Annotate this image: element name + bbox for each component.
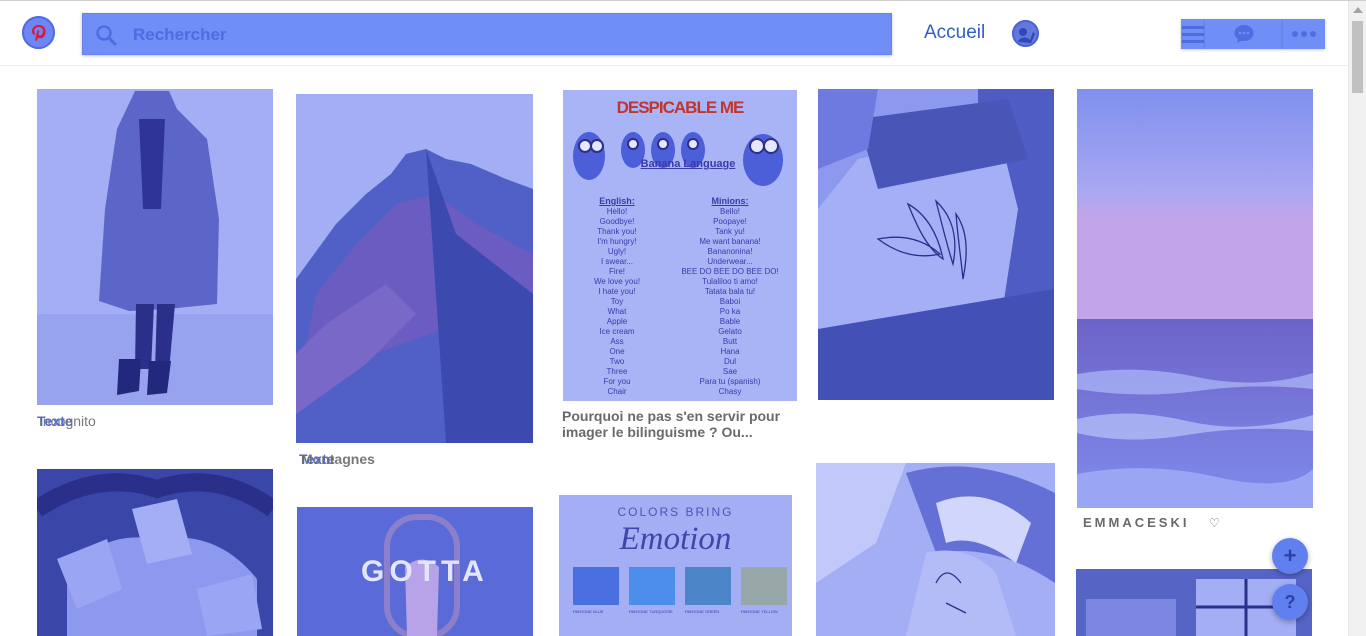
word-list-item: Bananonina! <box>707 247 753 256</box>
pin-caption: Montagnes <box>301 451 375 467</box>
word-list-item: Sae <box>722 367 738 376</box>
pin-card-sea[interactable] <box>1077 89 1313 508</box>
pin-image-tattoo <box>818 89 1054 400</box>
swatch-turquoise <box>629 567 675 605</box>
pin-card-coat[interactable] <box>37 89 273 405</box>
pin-image-sea <box>1077 89 1313 508</box>
english-word-list: Hello! Goodbye! Thank you! I'm hungry! Ugly!… <box>585 207 649 397</box>
page-scrollbar[interactable] <box>1348 1 1366 636</box>
top-header: Rechercher Accueil <box>0 1 1348 66</box>
user-avatar-icon[interactable] <box>1012 20 1039 47</box>
word-list-item: Tulaliloo ti amo! <box>702 277 758 286</box>
english-column-header: English: <box>599 196 635 206</box>
word-list-item: Poopaye! <box>713 217 747 226</box>
search-bar[interactable]: Rechercher <box>82 13 892 55</box>
word-list-item: Thank you! <box>597 227 637 236</box>
pin-caption: Pourquoi ne pas s'en servir pour imager … <box>562 408 781 440</box>
word-list-item: Toy <box>610 297 624 306</box>
word-list-item: We love you! <box>593 277 641 286</box>
word-list-item: Ice cream <box>599 327 635 336</box>
swatch-green <box>685 567 731 605</box>
more-icon[interactable] <box>1283 19 1325 49</box>
scroll-thumb[interactable] <box>1352 21 1363 93</box>
minion-word-list: Bello! Poopaye! Tank yu! Me want banana! Ban… <box>675 207 785 397</box>
word-list-item: Underwear... <box>707 257 753 266</box>
word-list-item: Goodbye! <box>599 217 635 226</box>
swatch-label: PANTONE GREEN <box>685 609 720 614</box>
word-list-item: For you <box>603 377 631 386</box>
pin-card-minions[interactable]: DESPICABLE ME Banana Language English: M… <box>563 90 797 401</box>
word-list-item: I swear... <box>600 257 633 266</box>
swatch-blue <box>573 567 619 605</box>
word-list-item: Hana <box>720 347 740 356</box>
search-placeholder: Rechercher <box>133 25 227 44</box>
colors-heading: COLORS BRING <box>617 505 734 519</box>
word-list-item: Chasy <box>718 387 742 396</box>
pin-image-coat <box>37 89 273 405</box>
swatch-yellow <box>741 567 787 605</box>
painting-title-text: GOTTA <box>361 555 489 588</box>
word-list-item: Ugly! <box>607 247 627 256</box>
pin-card-neck-tattoo[interactable] <box>816 463 1055 636</box>
word-list-item: Me want banana! <box>699 237 761 246</box>
word-list-item: Three <box>606 367 628 376</box>
pin-image-arches <box>37 469 273 636</box>
messages-icon[interactable] <box>1205 19 1283 49</box>
word-list-item: Chair <box>607 387 627 396</box>
word-list-item: I hate you! <box>598 287 636 296</box>
swatch-label: PANTONE YELLOW <box>741 609 778 614</box>
pin-card-colors[interactable]: COLORS BRING Emotion PANTONE BLUE PANTON… <box>559 495 792 636</box>
pin-image-mountains <box>296 94 533 443</box>
swatch-label: PANTONE TURQUOISE <box>629 609 673 614</box>
word-list-item: Ass <box>610 337 624 346</box>
home-link[interactable]: Accueil <box>924 22 985 44</box>
word-list-item: One <box>609 347 625 356</box>
word-list-item: Hello! <box>606 207 628 216</box>
pin-card-arches[interactable] <box>37 469 273 636</box>
word-list-item: Fire! <box>609 267 625 276</box>
word-list-item: Apple <box>606 317 628 326</box>
pin-card-painting[interactable]: GOTTA <box>297 507 533 636</box>
swatch-label: PANTONE BLUE <box>573 609 604 614</box>
pin-caption: Incognito <box>39 413 96 429</box>
word-list-item: Tank yu! <box>715 227 745 236</box>
help-button[interactable]: ? <box>1272 584 1308 620</box>
infographic-title: DESPICABLE ME <box>616 98 745 117</box>
pinterest-logo-icon[interactable] <box>22 16 55 49</box>
word-list-item: Tatata bala tu! <box>704 287 756 296</box>
word-list-item: Butt <box>722 337 738 346</box>
infographic-subtitle: Banana Language <box>640 158 736 170</box>
minions-column-header: Minions: <box>711 196 749 206</box>
word-list-item: Po ka <box>719 307 741 316</box>
word-list-item: Baboi <box>719 297 741 306</box>
word-list-item: What <box>607 307 627 316</box>
word-list-item: Dul <box>723 357 736 366</box>
word-list-item: BEE DO BEE DO BEE DO! <box>681 267 779 276</box>
pin-card-tattoo[interactable] <box>818 89 1054 400</box>
minion-characters-image <box>573 132 783 186</box>
word-list-item: I'm hungry! <box>597 237 637 246</box>
pin-caption: EMMACESKI <box>1083 515 1190 530</box>
scroll-up-arrow-icon[interactable] <box>1353 7 1363 13</box>
add-pin-button[interactable]: + <box>1272 538 1308 574</box>
word-list-item: Gelato <box>718 327 742 336</box>
pin-image-neck-tattoo <box>816 463 1055 636</box>
menu-icon[interactable] <box>1181 19 1205 49</box>
word-list-item: Para tu (spanish) <box>699 377 761 386</box>
pin-card-mountains[interactable] <box>296 94 533 443</box>
word-list-item: Two <box>609 357 625 366</box>
emotion-heading: Emotion <box>619 521 732 557</box>
word-list-item: Bello! <box>719 207 740 216</box>
heart-icon[interactable]: ♡ <box>1209 515 1220 531</box>
search-icon <box>96 25 117 46</box>
word-list-item: Bable <box>719 317 741 326</box>
